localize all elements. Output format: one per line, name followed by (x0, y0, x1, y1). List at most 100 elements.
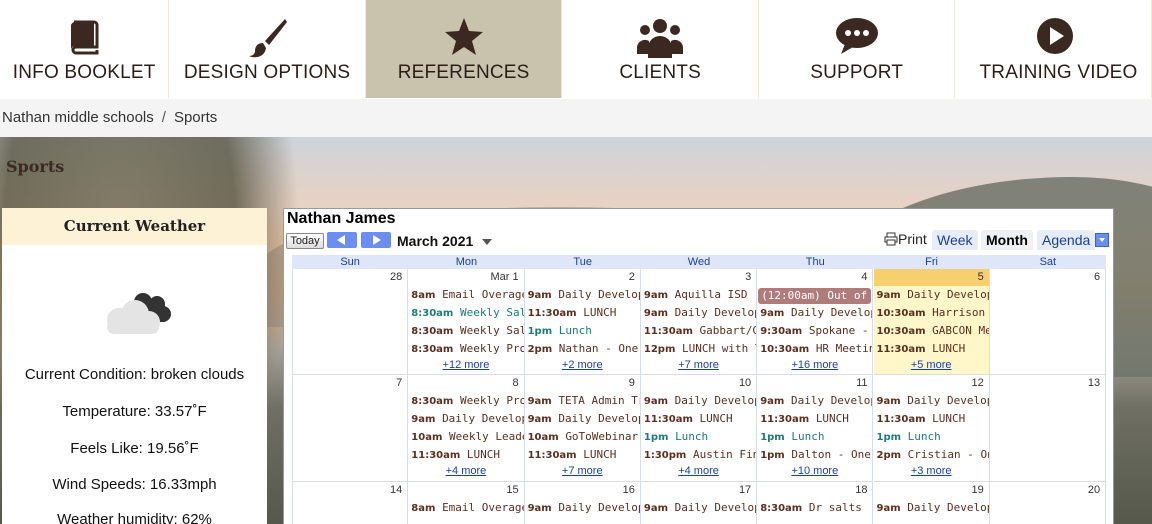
day-cell[interactable]: 99am TETA Admin Tra9am Daily Developm10a… (524, 375, 641, 482)
calendar-event[interactable]: 9am TETA Admin Tra (525, 392, 640, 410)
day-number[interactable]: Mar 1 (408, 269, 524, 286)
more-events-link[interactable]: +7 more (641, 358, 756, 372)
nav-info-booklet[interactable]: INFO BOOKLET (0, 0, 170, 98)
tab-week[interactable]: Week (932, 230, 978, 250)
day-number[interactable]: 8 (408, 375, 524, 392)
day-cell[interactable]: 199am Daily Developm (873, 482, 990, 524)
day-number[interactable]: 5 (873, 269, 989, 286)
next-month-button[interactable] (361, 232, 391, 248)
more-events-link[interactable]: +16 more (757, 358, 872, 372)
day-cell[interactable]: 129am Daily Developm11:30am LUNCH1pm Lun… (873, 375, 990, 482)
calendar-event[interactable]: 9am Daily Developm (525, 410, 640, 428)
day-cell[interactable]: 7 (292, 375, 409, 482)
calendar-event[interactable]: 1pm Lunch (525, 322, 640, 340)
day-cell[interactable]: 179am Daily Developm (640, 482, 758, 524)
day-number[interactable]: 11 (757, 375, 873, 392)
day-number[interactable]: 16 (524, 482, 640, 499)
day-number[interactable]: 10 (640, 375, 757, 392)
view-dropdown-button[interactable] (1095, 233, 1109, 247)
day-cell[interactable]: 28 (292, 269, 409, 375)
day-number[interactable]: 4 (757, 269, 873, 286)
calendar-event[interactable]: 9am Aquilla ISD - De (641, 286, 756, 304)
day-number[interactable]: 9 (524, 375, 640, 392)
day-cell[interactable]: 4 (12:00am) Out of9am Daily Developm9:30a… (757, 269, 874, 375)
nav-support[interactable]: SUPPORT (759, 0, 956, 98)
calendar-event[interactable]: 9am Daily Developm (874, 499, 989, 517)
day-number[interactable]: 20 (989, 482, 1106, 499)
calendar-event[interactable]: 11:30am LUNCH (757, 410, 872, 428)
nav-clients[interactable]: CLIENTS (562, 0, 759, 98)
day-cell[interactable]: 169am Daily Developm (524, 482, 641, 524)
calendar-event[interactable]: 9am Daily Developm (641, 499, 756, 517)
nav-training-video[interactable]: TRAINING VIDEO (955, 0, 1152, 98)
calendar-event[interactable]: 11:30am LUNCH (408, 446, 523, 464)
calendar-event[interactable]: 11:30am LUNCH (874, 340, 989, 358)
month-label[interactable]: March 2021 (397, 233, 473, 249)
today-button[interactable]: Today (286, 233, 324, 249)
day-cell[interactable]: 13 (989, 375, 1107, 482)
print-button[interactable]: Print (884, 231, 927, 247)
day-number[interactable]: 12 (873, 375, 989, 392)
calendar-event[interactable]: 11:30am LUNCH (525, 446, 640, 464)
day-number[interactable]: 15 (408, 482, 524, 499)
calendar-event[interactable]: 9am Daily Developm (641, 392, 756, 410)
calendar-event[interactable]: 9:30am Spokane - Ca (757, 322, 872, 340)
day-cell[interactable]: 109am Daily Developm11:30am LUNCH1pm Lun… (640, 375, 758, 482)
calendar-event[interactable]: 2pm Cristian - One-o (874, 446, 989, 464)
day-number[interactable]: 13 (989, 375, 1106, 392)
more-events-link[interactable]: +2 more (525, 358, 640, 372)
calendar-event[interactable]: 9am Daily Developm (525, 286, 640, 304)
calendar-event[interactable]: 9am Daily Developm (641, 304, 756, 322)
day-number[interactable]: 3 (640, 269, 757, 286)
calendar-event[interactable]: 10am Weekly Leader (408, 428, 523, 446)
calendar-event[interactable]: 1pm Dalton - One-o (757, 446, 872, 464)
day-number[interactable]: 14 (293, 482, 408, 499)
day-number[interactable]: 19 (873, 482, 989, 499)
calendar-event[interactable]: 8:30am Weekly Proje (408, 392, 523, 410)
calendar-event[interactable]: (12:00am) Out of (758, 288, 872, 304)
day-cell[interactable]: 29am Daily Developm11:30am LUNCH1pm Lunc… (524, 269, 641, 375)
calendar-event[interactable]: 9am Daily Developm (874, 392, 989, 410)
tab-month[interactable]: Month (981, 230, 1033, 250)
calendar-event[interactable]: 1:30pm Austin Finch (641, 446, 756, 464)
day-cell[interactable]: 15 8am Email Overage (408, 482, 525, 524)
day-cell[interactable]: 14 (292, 482, 409, 524)
day-number[interactable]: 2 (524, 269, 640, 286)
day-number[interactable]: 18 (757, 482, 873, 499)
tab-agenda[interactable]: Agenda (1037, 230, 1096, 250)
more-events-link[interactable]: +4 more (641, 464, 756, 478)
calendar-event[interactable]: 11:30am LUNCH (641, 410, 756, 428)
more-events-link[interactable]: +5 more (874, 358, 989, 372)
nav-design-options[interactable]: DESIGN OPTIONS (169, 0, 366, 98)
more-events-link[interactable]: +7 more (525, 464, 640, 478)
calendar-event[interactable]: 9am Daily Developm (757, 304, 872, 322)
calendar-event[interactable]: 9am Daily Developm (525, 499, 640, 517)
day-cell[interactable]: Mar 18am Email Overage8:30am Weekly Sale… (408, 269, 525, 375)
calendar-event[interactable]: 8am Email Overage (408, 499, 523, 517)
calendar-event[interactable]: 11:30am Gabbart/GG (641, 322, 756, 340)
calendar-event[interactable]: 8:30am Weekly Sales (408, 322, 523, 340)
calendar-event[interactable]: 1pm Lunch (874, 428, 989, 446)
calendar-event[interactable]: 8:30am Weekly Sales (408, 304, 523, 322)
day-number[interactable]: 7 (293, 375, 408, 392)
nav-references[interactable]: REFERENCES (365, 0, 563, 98)
day-cell[interactable]: 39am Aquilla ISD - De9am Daily Developm1… (640, 269, 758, 375)
calendar-event[interactable]: 12pm LUNCH with Ta (641, 340, 756, 358)
calendar-event[interactable]: 2pm Nathan - One-o (525, 340, 640, 358)
breadcrumb-root-link[interactable]: Nathan middle schools (2, 109, 154, 126)
day-number[interactable]: 28 (293, 269, 408, 286)
calendar-event[interactable]: 9am Daily Developm (408, 410, 523, 428)
chevron-down-icon[interactable] (482, 239, 492, 245)
calendar-event[interactable]: 11:30am LUNCH (525, 304, 640, 322)
calendar-event[interactable]: 9am Daily Developm (757, 392, 872, 410)
day-cell[interactable]: 88:30am Weekly Proje9am Daily Developm10… (408, 375, 525, 482)
calendar-event[interactable]: 10am GoToWebinar - (525, 428, 640, 446)
calendar-event[interactable]: 1pm Lunch (757, 428, 872, 446)
more-events-link[interactable]: +12 more (408, 358, 523, 372)
calendar-event[interactable]: 8am Email Overage (408, 286, 523, 304)
calendar-event[interactable]: 9am Daily Developm (874, 286, 989, 304)
more-events-link[interactable]: +4 more (408, 464, 523, 478)
day-cell[interactable]: 6 (989, 269, 1107, 375)
calendar-event[interactable]: 1pm Lunch (641, 428, 756, 446)
day-cell[interactable]: 18 8:30am Dr salts (757, 482, 874, 524)
